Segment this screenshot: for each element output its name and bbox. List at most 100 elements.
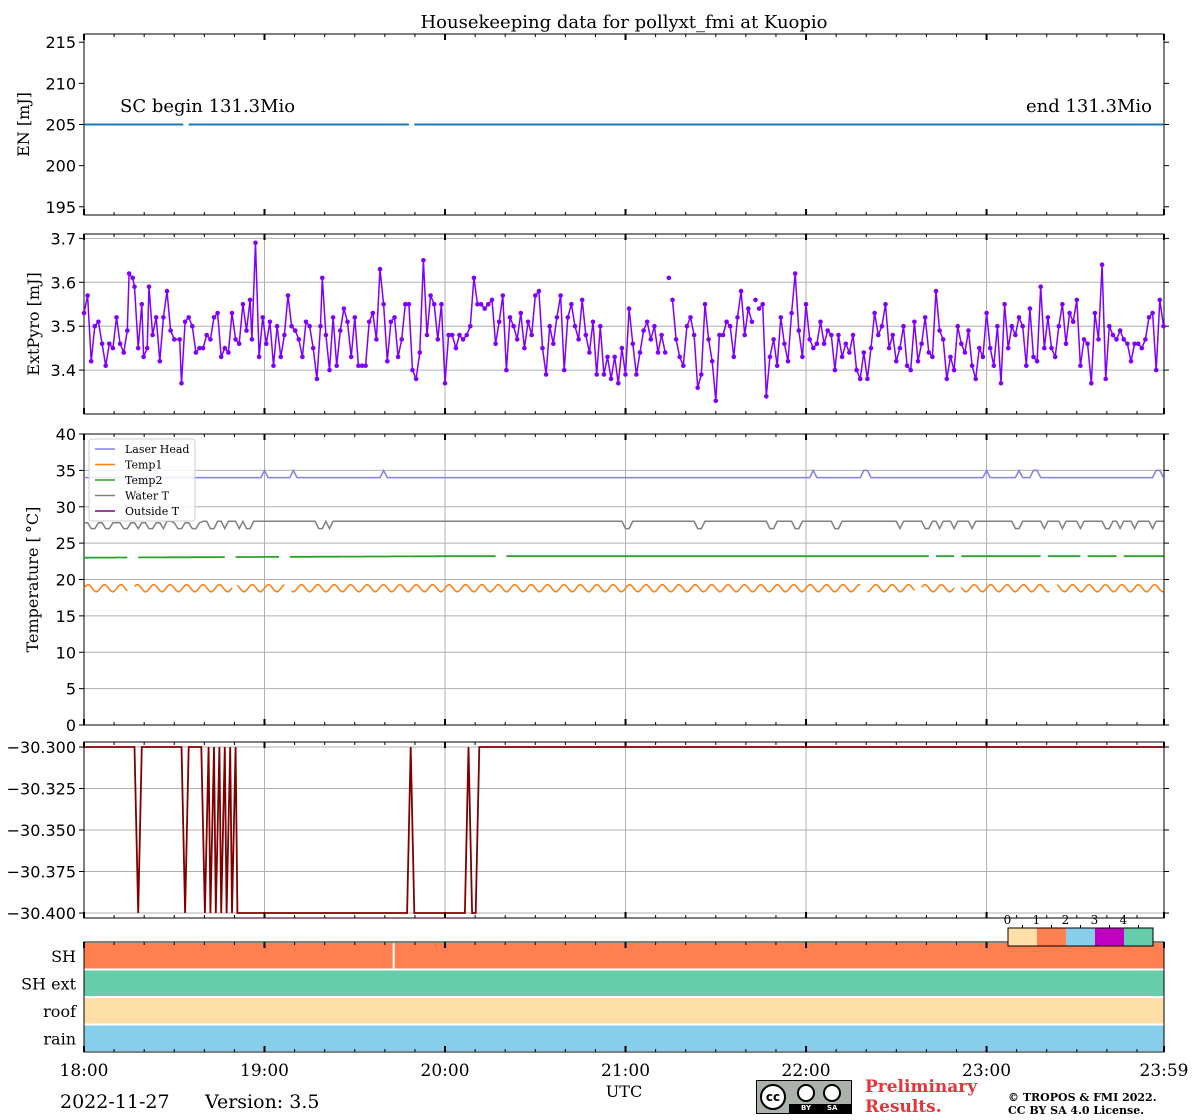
- pyro-panel-pyro-point: [264, 341, 269, 347]
- pyro-panel-pyro-point: [300, 354, 305, 360]
- temperature-panel-ytick-label: 0: [66, 716, 76, 735]
- pyro-panel-pyro-point: [435, 337, 441, 342]
- pyro-panel-pyro-point: [738, 288, 744, 294]
- pyro-panel-pyro-point: [310, 345, 316, 351]
- pyro-panel-pyro-point: [471, 275, 477, 281]
- temperature-panel-ytick-label: 5: [66, 680, 76, 699]
- pyro-panel-pyro-point: [153, 315, 159, 320]
- pyro-panel-pyro-point: [348, 354, 354, 360]
- pyro-panel-pyro-point: [565, 315, 571, 320]
- pyro-panel-pyro-point: [229, 310, 235, 316]
- pyro-panel-pyro-point: [969, 363, 975, 369]
- pyro-panel-pyro-point: [702, 301, 708, 307]
- pyro-panel-pyro-point: [554, 315, 560, 320]
- pyro-panel-pyro-point: [334, 363, 340, 369]
- cc-by-label: BY: [801, 1104, 812, 1112]
- pyro-panel-pyro-point: [724, 319, 729, 325]
- temperature-panel-ylabel: Temperature [ °C]: [23, 507, 42, 653]
- pyro-panel-ylabel: ExtPyro [mJ]: [24, 272, 43, 375]
- pyro-panel-pyro-point: [847, 350, 852, 355]
- pyro-panel-pyro-point: [1103, 376, 1108, 382]
- flags-panel-row-label: rain: [43, 1029, 76, 1048]
- colorbar-cell: [1124, 928, 1154, 946]
- pyro-panel-pyro-point: [464, 332, 470, 338]
- pyro-panel-pyro-point: [417, 350, 423, 355]
- pyro-panel-pyro-point: [894, 359, 899, 364]
- pyro-panel-pyro-point: [756, 306, 762, 311]
- colorbar-cell: [1095, 928, 1125, 946]
- pyro-panel-pyro-point: [587, 350, 592, 355]
- pyro-panel-pyro-point: [215, 310, 220, 316]
- pyro-panel-pyro-point: [107, 341, 112, 347]
- colorbar-cell: [1037, 928, 1067, 946]
- pyro-panel-pyro-point: [260, 315, 266, 320]
- pyro-panel-pyro-point: [626, 306, 632, 311]
- pyro-panel-pyro-point: [1085, 341, 1090, 347]
- pyro-panel-pyro-point: [121, 350, 126, 355]
- pyro-panel-pyro-point: [727, 323, 733, 329]
- pyro-panel-pyro-point: [1060, 301, 1065, 307]
- temperature-panel-temp2-line: [289, 555, 496, 558]
- temperature-panel-laser-head-line: [84, 468, 1165, 479]
- pyro-panel-pyro-point: [543, 372, 549, 377]
- sa-share-icon: [823, 1084, 841, 1102]
- pyro-panel-pyro-point: [540, 345, 545, 351]
- pyro-panel-pyro-point: [533, 293, 538, 298]
- pyro-panel-pyro-point: [832, 367, 838, 373]
- pyro-panel-pyro-point: [1153, 367, 1159, 373]
- flags-panel-row-label: roof: [43, 1002, 77, 1021]
- pyro-panel-pyro-point: [449, 332, 455, 338]
- pyro-panel-pyro-point: [876, 332, 881, 338]
- pyro-panel-pyro-point: [285, 293, 291, 298]
- pyro-panel-pyro-point: [182, 319, 188, 325]
- pyro-panel-pyro-point: [193, 350, 199, 355]
- pyro-panel-pyro-point: [688, 315, 693, 320]
- pyro-panel-pyro-point: [778, 315, 784, 320]
- pyro-panel-pyro-point: [493, 341, 498, 347]
- pyro-panel-pyro-point: [274, 323, 280, 329]
- temperature-panel-ytick-label: 25: [56, 534, 76, 553]
- pyro-panel-pyro-point: [955, 323, 960, 329]
- flags-panel-row-band: [84, 970, 1164, 996]
- pyro-panel-pyro-point: [1135, 341, 1141, 347]
- colorbar-cell: [1008, 928, 1038, 946]
- pyro-panel-pyro-point: [1121, 337, 1126, 342]
- pyro-panel-pyro-point: [681, 363, 686, 369]
- pyro-panel-pyro-point: [634, 372, 639, 377]
- pyro-panel-pyro-point: [980, 354, 986, 360]
- pyro-panel-pyro-point: [1099, 262, 1105, 268]
- pyro-panel-pyro-point: [890, 332, 895, 338]
- pyro-panel-pyro-point: [141, 354, 146, 360]
- pyro-panel-pyro-point: [760, 301, 765, 307]
- pyro-panel-pyro-point: [186, 315, 191, 320]
- legend-label: Temp1: [125, 459, 162, 472]
- pyro-panel-pyro-point: [883, 301, 888, 307]
- pyro-panel-pyro-point: [1056, 323, 1062, 329]
- pyro-panel-pyro-point: [886, 345, 892, 351]
- pyro-panel-pyro-point: [211, 315, 217, 320]
- pyro-panel-pyro-point: [1081, 337, 1087, 342]
- pyro-panel-pyro-point: [164, 288, 170, 294]
- pyro-panel-pyro-point: [303, 319, 309, 325]
- pyro-panel-pyro-point: [282, 332, 287, 338]
- preliminary-line-1: Preliminary: [865, 1077, 978, 1097]
- energy-panel-ytick-label: 200: [45, 157, 76, 176]
- pyro-panel-pyro-point: [363, 363, 368, 369]
- pyro-panel-pyro-point: [904, 363, 910, 369]
- pyro-panel-pyro-point: [381, 301, 386, 307]
- flags-panel-xtick-label: 23:59: [1140, 1061, 1189, 1081]
- pyro-panel-pyro-point: [529, 332, 534, 338]
- pyro-panel-pyro-point: [99, 341, 105, 347]
- pyro-panel-pyro-point: [861, 350, 867, 355]
- pyro-panel-pyro-point: [1013, 332, 1018, 338]
- pyro-panel-pyro-point: [706, 337, 711, 342]
- pyro-panel-pyro-point: [125, 328, 130, 333]
- pyro-panel-pyro-point: [236, 341, 242, 347]
- pyro-panel-pyro-line: [758, 264, 1165, 397]
- pyro-panel-pyro-point: [803, 301, 809, 307]
- pyro-panel-pyro-point: [962, 350, 968, 355]
- pyro-panel-pyro-point: [388, 319, 394, 325]
- pyro-panel-pyro-point: [110, 345, 116, 351]
- pyro-panel-pyro-point: [850, 332, 856, 338]
- pyro-panel-pyro-point: [908, 367, 913, 373]
